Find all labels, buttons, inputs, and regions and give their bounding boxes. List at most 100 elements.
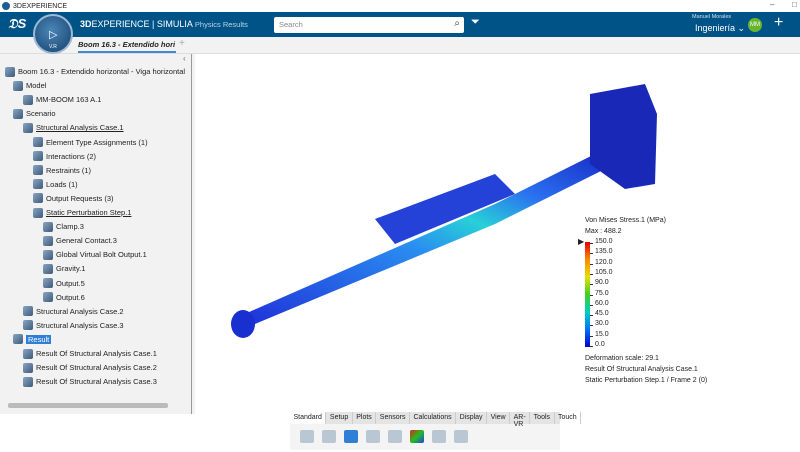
tree-item[interactable]: Structural Analysis Case.3: [23, 319, 124, 332]
tree-item[interactable]: Clamp.3: [43, 220, 84, 233]
tree-item[interactable]: Static Perturbation Step.1: [33, 206, 131, 219]
collapse-panel-icon[interactable]: ‹: [183, 54, 186, 63]
deformation-scale: Deformation scale: 29.1: [585, 355, 659, 362]
document-tab[interactable]: Boom 16.3 - Extendido hori: [78, 40, 176, 53]
dassault-logo-icon[interactable]: 𝔇S: [8, 16, 26, 32]
tree-item[interactable]: Model: [13, 79, 46, 92]
tree-item-label: General Contact.3: [56, 236, 117, 246]
tree-item[interactable]: Result Of Structural Analysis Case.2: [23, 361, 157, 374]
tree-item[interactable]: Result Of Structural Analysis Case.1: [23, 347, 157, 360]
tree-node-icon: [43, 292, 53, 303]
tree-item[interactable]: Gravity.1: [43, 262, 85, 275]
add-icon[interactable]: +: [774, 14, 783, 32]
compass-widget[interactable]: ▷ V.R: [33, 14, 73, 54]
legend-tick: 0.0: [590, 341, 605, 348]
copy-icon[interactable]: [300, 430, 314, 443]
legend-tick: 60.0: [590, 299, 609, 307]
tree-item-label: Structural Analysis Case.3: [36, 320, 124, 330]
import-icon[interactable]: [388, 430, 402, 443]
tree-item[interactable]: Result Of Structural Analysis Case.3: [23, 375, 157, 388]
part-icon[interactable]: [366, 430, 380, 443]
brand-title: 3DEXPERIENCE | SIMULIA Physics Results: [80, 19, 248, 29]
specification-tree: ‹ Boom 16.3 - Extendido horizontal - Vig…: [0, 54, 195, 414]
action-tab-display[interactable]: Display: [456, 412, 488, 424]
horizontal-scrollbar[interactable]: [8, 403, 168, 408]
tree-item[interactable]: Restraints (1): [33, 164, 91, 177]
action-tab-touch[interactable]: Touch: [555, 412, 582, 424]
tree-node-icon: [5, 66, 15, 77]
paste-icon[interactable]: [322, 430, 336, 443]
search-icon[interactable]: ⌕: [454, 18, 460, 29]
maximize-button[interactable]: □: [792, 0, 797, 9]
tree-item[interactable]: Output Requests (3): [33, 192, 114, 205]
tree-node-icon: [13, 334, 23, 345]
legend-tick: 45.0: [590, 310, 609, 318]
panel-divider[interactable]: [191, 54, 192, 414]
add-tab-button[interactable]: +: [179, 38, 185, 49]
legend-tick: 15.0: [590, 330, 609, 338]
tree-item[interactable]: Loads (1): [33, 178, 78, 191]
tree-item-label: Interactions (2): [46, 151, 97, 161]
search-input[interactable]: Search ⌕: [274, 17, 464, 33]
tree-item-label: Element Type Assignments (1): [46, 137, 148, 147]
boom-beam: [240, 144, 615, 326]
tree-node-icon: [43, 263, 53, 274]
tree-item[interactable]: Result: [13, 333, 52, 346]
tree-item[interactable]: MM-BOOM 163 A.1: [23, 93, 101, 106]
tree-item[interactable]: Interactions (2): [33, 150, 96, 163]
tree-node-icon: [33, 137, 43, 147]
tree-node-icon: [43, 249, 53, 260]
boom-end-flange: [231, 310, 255, 338]
tree-item[interactable]: Output.5: [43, 277, 85, 290]
action-tab-view[interactable]: View: [487, 412, 511, 424]
legend-title: Von Mises Stress.1 (MPa): [585, 217, 666, 224]
tree-item[interactable]: Structural Analysis Case.1: [23, 121, 124, 134]
legend-tick: 105.0: [590, 268, 613, 276]
undo-icon[interactable]: [344, 430, 358, 443]
action-tab-sensors[interactable]: Sensors: [376, 412, 410, 424]
tree-item[interactable]: Structural Analysis Case.2: [23, 305, 124, 318]
tree-item-label: Loads (1): [46, 179, 78, 189]
avatar[interactable]: MM: [748, 18, 762, 32]
action-tab-ar-vr[interactable]: AR-VR: [510, 412, 531, 428]
tree-node-icon: [43, 221, 53, 232]
tree-item-label: Clamp.3: [56, 222, 84, 232]
action-tab-plots[interactable]: Plots: [353, 412, 377, 424]
action-tab-calculations[interactable]: Calculations: [410, 412, 457, 424]
tree-item[interactable]: General Contact.3: [43, 234, 117, 247]
table-icon[interactable]: [454, 430, 468, 443]
step-frame: Static Perturbation Step.1 / Frame 2 (0): [585, 377, 708, 384]
tree-item[interactable]: Output.6: [43, 291, 85, 304]
animation-icon[interactable]: [432, 430, 446, 443]
action-tab-standard[interactable]: Standard: [290, 412, 327, 424]
user-name: Manuel Morales: [692, 14, 732, 20]
scale-pointer-icon[interactable]: ▶: [578, 237, 584, 246]
action-tab-tools[interactable]: Tools: [530, 412, 555, 424]
tree-item-label: Scenario: [26, 109, 56, 119]
3d-viewport[interactable]: [195, 54, 800, 450]
tree-item[interactable]: Element Type Assignments (1): [33, 136, 148, 149]
tree-item[interactable]: Boom 16.3 - Extendido horizontal - Viga …: [5, 65, 185, 78]
legend-tick: 135.0: [590, 248, 613, 256]
legend-tick: 150.0: [590, 238, 613, 245]
tree-item[interactable]: Scenario: [13, 107, 56, 120]
tree-node-icon: [33, 179, 43, 190]
tree-item-label: Result Of Structural Analysis Case.3: [36, 377, 157, 387]
action-tab-setup[interactable]: Setup: [326, 412, 353, 424]
tree-item-label: Output.5: [56, 278, 85, 288]
tree-node-icon: [23, 306, 33, 317]
tree-item-label: Output Requests (3): [46, 193, 114, 203]
window-titlebar: 3DEXPERIENCE – □: [0, 0, 800, 12]
legend-max: Max : 488.2: [585, 228, 622, 235]
role-dropdown[interactable]: Ingeniería ⌄: [695, 23, 745, 34]
minimize-button[interactable]: –: [770, 0, 774, 9]
plot-icon[interactable]: [410, 430, 424, 443]
tree-node-icon: [23, 94, 33, 105]
tree-node-icon: [33, 165, 43, 176]
tree-node-icon: [43, 278, 53, 288]
tree-item-label: MM-BOOM 163 A.1: [36, 95, 102, 105]
tree-item-label: Model: [26, 81, 47, 91]
tree-item[interactable]: Global Virtual Bolt Output.1: [43, 248, 147, 261]
tag-icon[interactable]: ⏷: [471, 16, 480, 29]
tree-item-label: Result: [26, 334, 52, 344]
